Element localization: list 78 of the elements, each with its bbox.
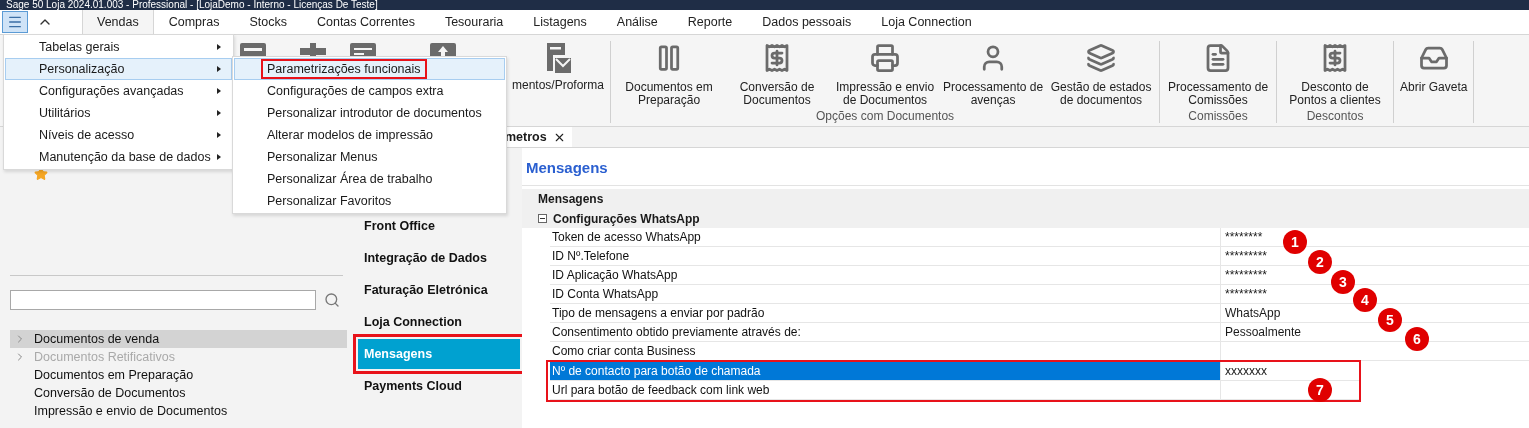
property-value[interactable]: Pessoalmente: [1225, 325, 1302, 339]
category-item[interactable]: Payments Cloud: [358, 371, 520, 401]
ribbon-button[interactable]: mentos/Proforma: [510, 41, 607, 94]
menu-item[interactable]: Utilitários: [33, 103, 97, 123]
property-label[interactable]: ID Nº.Telefone: [550, 247, 1221, 265]
submenu-arrow-icon: [217, 110, 221, 116]
ribbon-button[interactable]: Abrir Gaveta: [1398, 41, 1470, 96]
menu-item[interactable]: Tabelas gerais: [33, 37, 126, 57]
menu-tab[interactable]: Vendas: [82, 10, 154, 34]
property-label[interactable]: Consentimento obtido previamente através de:: [550, 323, 1221, 341]
property-label[interactable]: Como criar conta Business: [550, 342, 1221, 360]
ribbon-button[interactable]: Processamento de Comissões: [1164, 41, 1273, 109]
menu-tab[interactable]: Stocks: [234, 10, 302, 34]
menu-tab[interactable]: Loja Connection: [866, 10, 987, 34]
highlighted-menu-item[interactable]: Parametrizações funcionais: [261, 59, 427, 79]
menu-tab[interactable]: Reporte: [672, 10, 748, 34]
ribbon-button[interactable]: Conversão de Documentos: [723, 41, 832, 109]
menu-tab[interactable]: Dados pessoais: [747, 10, 867, 34]
tab-label: metros: [505, 130, 547, 144]
printer-icon: [870, 43, 901, 73]
submenu-arrow-icon: [217, 132, 221, 138]
menu-tab[interactable]: Contas Correntes: [301, 10, 430, 34]
tree-item[interactable]: Conversão de Documentos: [34, 386, 186, 400]
menu-tab[interactable]: Compras: [153, 10, 235, 34]
submenu-arrow-icon: [217, 44, 221, 50]
search-icon[interactable]: [324, 292, 340, 308]
property-value[interactable]: *********: [1225, 268, 1268, 282]
category-item[interactable]: Integração de Dados: [358, 243, 520, 273]
property-value[interactable]: *********: [1225, 287, 1268, 301]
ribbon-button[interactable]: Impressão e envio de Documentos: [831, 41, 940, 109]
category-header: Configurações WhatsApp: [553, 211, 700, 226]
menu-item[interactable]: Alterar modelos de impressão: [261, 125, 440, 145]
property-value[interactable]: xxxxxxx: [1225, 364, 1267, 378]
menu-item[interactable]: Configurações avançadas: [33, 81, 190, 101]
property-label[interactable]: Nº de contacto para botão de chamada: [550, 362, 1221, 380]
tree-item[interactable]: Documentos em Preparação: [34, 368, 194, 382]
menu-tab[interactable]: Análise: [601, 10, 673, 34]
property-label[interactable]: Tipo de mensagens a enviar por padrão: [550, 304, 1221, 322]
collapse-toggle-icon[interactable]: [538, 214, 547, 223]
submenu-arrow-icon: [217, 88, 221, 94]
property-label[interactable]: Token de acesso WhatsApp: [550, 228, 1221, 246]
menu-item[interactable]: Personalizar introdutor de documentos: [261, 103, 488, 123]
property-value[interactable]: ********: [1225, 230, 1263, 244]
menu-item[interactable]: Personalizar Área de trabalho: [261, 169, 439, 189]
property-label[interactable]: ID Conta WhatsApp: [550, 285, 1221, 303]
property-label[interactable]: Url para botão de feedback com link web: [550, 381, 1221, 399]
menu-icon[interactable]: [2, 11, 28, 33]
section-header: Mensagens: [522, 189, 1529, 209]
category-item[interactable]: Loja Connection: [358, 307, 520, 337]
submenu-arrow-icon: [217, 66, 221, 72]
menu-tab[interactable]: Tesouraria: [429, 10, 519, 34]
star-icon[interactable]: [34, 167, 48, 181]
menu-item[interactable]: Manutenção da base de dados: [33, 147, 217, 167]
ribbon-button[interactable]: Desconto de Pontos a clientes: [1281, 41, 1390, 109]
category-item[interactable]: Front Office: [358, 211, 520, 241]
menu-item[interactable]: Configurações de campos extra: [261, 81, 450, 101]
menu-item[interactable]: Personalizar Menus: [261, 147, 384, 167]
group-label: Comissões: [1187, 109, 1249, 123]
search-field[interactable]: [10, 290, 316, 310]
ribbon-button[interactable]: Gestão de estados de documentos: [1047, 41, 1156, 109]
menu-item[interactable]: Níveis de acesso: [33, 125, 141, 145]
ribbon-button[interactable]: Processamento de avenças: [939, 41, 1048, 109]
tree-item[interactable]: Impressão e envio de Documentos: [34, 404, 228, 418]
property-value[interactable]: WhatsApp: [1225, 306, 1281, 320]
property-value[interactable]: *********: [1225, 249, 1268, 263]
submenu-arrow-icon: [217, 154, 221, 160]
group-label: Descontos: [1305, 109, 1365, 123]
layers-icon: [1086, 43, 1117, 73]
window-title: Sage 50 Loja 2024.01.003 - Professional - [LojaDemo - Interno - Licenças De Teste]: [6, 0, 378, 10]
mail-icon: [545, 43, 571, 73]
property-label[interactable]: ID Aplicação WhatsApp: [550, 266, 1221, 284]
category-item[interactable]: Faturação Eletrónica: [358, 275, 520, 305]
menu-tab[interactable]: Listagens: [518, 10, 602, 34]
panel-title: Mensagens: [522, 148, 1529, 186]
document-tab[interactable]: metros: [505, 127, 572, 147]
menu-item[interactable]: Personalizar Favoritos: [261, 191, 398, 211]
ribbon-button[interactable]: Documentos em Preparação: [615, 41, 724, 109]
group-label: Opções com Documentos: [815, 109, 956, 123]
